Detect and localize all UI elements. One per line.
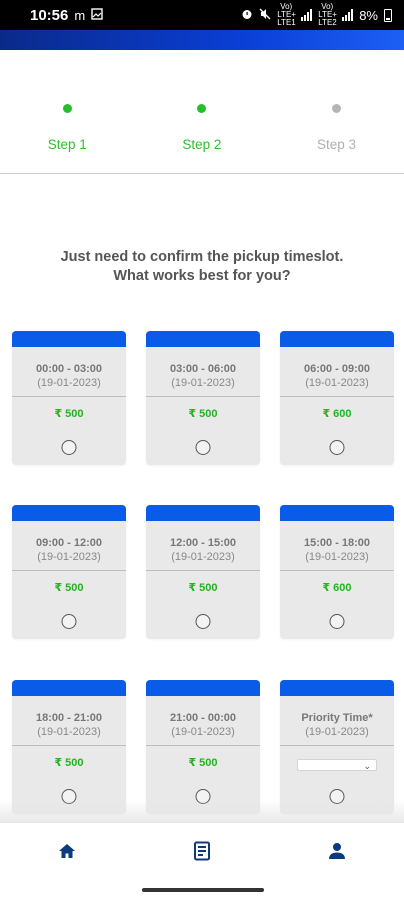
slot-time: 12:00 - 15:00 xyxy=(169,537,237,549)
slot-time: 15:00 - 18:00 xyxy=(303,537,371,549)
slot-date: (19-01-2023) xyxy=(305,551,369,563)
slot-price: ₹ 500 xyxy=(54,408,84,420)
card-header-bar xyxy=(12,680,126,696)
card-divider xyxy=(12,570,126,571)
card-divider xyxy=(146,570,260,571)
battery-icon xyxy=(384,8,392,22)
card-header-bar xyxy=(12,505,126,521)
slot-radio[interactable] xyxy=(61,440,77,455)
step-3: Step 3 xyxy=(269,92,404,172)
timeslot-card-1[interactable]: 00:00 - 03:00 (19-01-2023) ₹ 500 xyxy=(12,331,126,465)
card-header-bar xyxy=(146,680,260,696)
card-divider xyxy=(280,570,394,571)
slot-date: (19-01-2023) xyxy=(37,726,101,738)
step-2: Step 2 xyxy=(135,92,270,172)
step-indicator: Step 1 Step 2 Step 3 xyxy=(0,92,404,172)
battery-percent: 8% xyxy=(359,7,378,23)
card-divider xyxy=(146,396,260,397)
status-bar: 10:56 m Vo) LTE+ LTE1 Vo) LTE+ LTE2 8% xyxy=(0,0,404,30)
card-divider xyxy=(280,396,394,397)
nav-home[interactable] xyxy=(37,834,97,874)
slot-date: (19-01-2023) xyxy=(171,551,235,563)
home-indicator[interactable] xyxy=(142,888,264,892)
step-2-dot xyxy=(197,104,207,113)
step-2-label: Step 2 xyxy=(182,137,222,152)
slot-time: 00:00 - 03:00 xyxy=(35,363,103,375)
timeslot-card-2[interactable]: 03:00 - 06:00 (19-01-2023) ₹ 500 xyxy=(146,331,260,465)
slot-time: 21:00 - 00:00 xyxy=(169,712,237,724)
chevron-down-icon: ⌄ xyxy=(363,761,371,771)
slot-time: 09:00 - 12:00 xyxy=(35,537,103,549)
slot-time: 06:00 - 09:00 xyxy=(303,363,371,375)
profile-icon xyxy=(328,842,346,865)
timeslot-card-7[interactable]: 18:00 - 21:00 (19-01-2023) ₹ 500 xyxy=(12,680,126,814)
card-header-bar xyxy=(280,331,394,347)
card-divider xyxy=(12,396,126,397)
app-header-bar xyxy=(0,30,404,50)
slot-time: 03:00 - 06:00 xyxy=(169,363,237,375)
timeslot-card-3[interactable]: 06:00 - 09:00 (19-01-2023) ₹ 600 xyxy=(280,331,394,465)
timeslot-card-6[interactable]: 15:00 - 18:00 (19-01-2023) ₹ 600 xyxy=(280,505,394,639)
slot-price: ₹ 500 xyxy=(54,757,84,769)
slot-date: (19-01-2023) xyxy=(305,377,369,389)
slot-time: 18:00 - 21:00 xyxy=(35,712,103,724)
signal-2-icon xyxy=(342,9,354,21)
timeslot-card-5[interactable]: 12:00 - 15:00 (19-01-2023) ₹ 500 xyxy=(146,505,260,639)
slot-date: (19-01-2023) xyxy=(37,377,101,389)
card-header-bar xyxy=(12,331,126,347)
slot-radio[interactable] xyxy=(195,614,211,629)
slot-date: (19-01-2023) xyxy=(171,377,235,389)
prompt-line-1: Just need to confirm the pickup timeslot… xyxy=(60,249,344,265)
prompt-line-2: What works best for you? xyxy=(113,268,291,284)
card-divider xyxy=(146,745,260,746)
slot-time: Priority Time* xyxy=(301,712,373,724)
step-3-dot xyxy=(331,104,341,113)
slot-price: ₹ 600 xyxy=(322,582,352,594)
step-3-label: Step 3 xyxy=(316,137,356,152)
card-divider xyxy=(280,745,394,746)
slot-radio[interactable] xyxy=(329,440,345,455)
pickup-prompt: Just need to confirm the pickup timeslot… xyxy=(0,248,404,286)
alarm-icon xyxy=(241,8,253,23)
signal-1-icon xyxy=(301,9,313,21)
step-1: Step 1 xyxy=(0,92,135,172)
priority-time-dropdown[interactable]: ⌄ xyxy=(297,759,377,771)
carrier-glyph: m xyxy=(74,7,86,23)
card-header-bar xyxy=(280,680,394,696)
timeslot-card-4[interactable]: 09:00 - 12:00 (19-01-2023) ₹ 500 xyxy=(12,505,126,639)
slot-date: (19-01-2023) xyxy=(305,726,369,738)
receipt-icon xyxy=(193,841,211,866)
timeslot-card-8[interactable]: 21:00 - 00:00 (19-01-2023) ₹ 500 xyxy=(146,680,260,814)
steps-divider xyxy=(0,173,404,174)
slot-price: ₹ 500 xyxy=(188,757,218,769)
card-divider xyxy=(12,745,126,746)
timeslot-card-priority[interactable]: Priority Time* (19-01-2023) ⌄ xyxy=(280,680,394,814)
network-2-label: Vo) LTE+ LTE2 xyxy=(318,2,337,27)
slot-date: (19-01-2023) xyxy=(171,726,235,738)
slot-price: ₹ 500 xyxy=(188,408,218,420)
slot-date: (19-01-2023) xyxy=(37,551,101,563)
scroll-fade xyxy=(0,800,404,822)
bottom-navigation xyxy=(0,822,404,884)
slot-radio[interactable] xyxy=(329,614,345,629)
slot-price: ₹ 500 xyxy=(54,582,84,594)
gallery-icon xyxy=(91,7,103,23)
step-1-dot xyxy=(62,104,72,113)
nav-profile[interactable] xyxy=(307,834,367,874)
card-header-bar xyxy=(146,331,260,347)
mute-icon xyxy=(259,8,271,23)
card-header-bar xyxy=(146,505,260,521)
home-icon xyxy=(58,843,76,864)
status-time: 10:56 xyxy=(30,6,69,24)
nav-orders[interactable] xyxy=(172,834,232,874)
slot-price: ₹ 600 xyxy=(322,408,352,420)
slot-price: ₹ 500 xyxy=(188,582,218,594)
network-1-label: Vo) LTE+ LTE1 xyxy=(277,2,296,27)
slot-radio[interactable] xyxy=(61,614,77,629)
slot-radio[interactable] xyxy=(195,440,211,455)
step-1-label: Step 1 xyxy=(47,137,87,152)
card-header-bar xyxy=(280,505,394,521)
